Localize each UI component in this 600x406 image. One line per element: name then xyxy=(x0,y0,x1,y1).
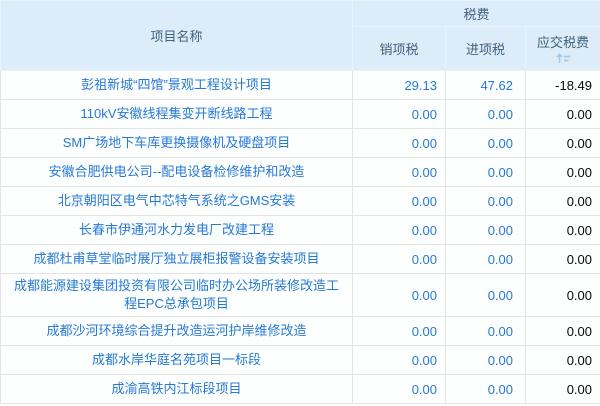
tax-payable-header-stack: 应交税费 xyxy=(526,35,600,63)
table-row: 成都杜甫草堂临时展厅独立展柜报警设备安装项目 0.00 0.00 0.00 xyxy=(0,244,600,274)
tax-table-panel: 项目名称 税费 销项税 进项税 应交税费 彭祖新城“四馆”景观工程设计项目 29… xyxy=(0,0,600,404)
tax-payable-value: 0.00 xyxy=(524,157,600,187)
input-tax-value[interactable]: 0.00 xyxy=(445,374,526,404)
project-name-link[interactable]: 长春市伊通河水力发电厂改建工程 xyxy=(0,215,353,245)
input-tax-value[interactable]: 47.62 xyxy=(445,70,526,100)
output-tax-value[interactable]: 0.00 xyxy=(352,244,446,274)
tax-payable-value: -18.49 xyxy=(524,70,600,100)
column-header-tax-payable[interactable]: 应交税费 xyxy=(524,26,600,71)
table-row: 彭祖新城“四馆”景观工程设计项目 29.13 47.62 -18.49 xyxy=(0,70,600,100)
table-row: SM广场地下车库更换摄像机及硬盘项目 0.00 0.00 0.00 xyxy=(0,128,600,158)
tax-payable-value: 0.00 xyxy=(524,128,600,158)
input-tax-value[interactable]: 0.00 xyxy=(445,186,526,216)
input-tax-value[interactable]: 0.00 xyxy=(445,273,526,317)
output-tax-value[interactable]: 0.00 xyxy=(352,316,446,346)
column-header-input-tax: 进项税 xyxy=(445,26,526,71)
table-row: 成都能源建设集团投资有限公司临时办公场所装修改造工程EPC总承包项目 0.00 0.… xyxy=(0,273,600,317)
output-tax-value[interactable]: 0.00 xyxy=(352,345,446,375)
output-tax-value[interactable]: 0.00 xyxy=(352,186,446,216)
project-name-link[interactable]: 成都杜甫草堂临时展厅独立展柜报警设备安装项目 xyxy=(0,244,353,274)
output-tax-value[interactable]: 29.13 xyxy=(352,70,446,100)
table-row: 成都沙河环境综合提升改造运河护岸维修改造 0.00 0.00 0.00 xyxy=(0,316,600,346)
project-name-link[interactable]: 成都沙河环境综合提升改造运河护岸维修改造 xyxy=(0,316,353,346)
tax-payable-value: 0.00 xyxy=(524,345,600,375)
table-header: 项目名称 税费 销项税 进项税 应交税费 xyxy=(0,0,600,71)
output-tax-value[interactable]: 0.00 xyxy=(352,215,446,245)
project-tax-table: 项目名称 税费 销项税 进项税 应交税费 彭祖新城“四馆”景观工程设计项目 29… xyxy=(0,0,600,404)
output-tax-value[interactable]: 0.00 xyxy=(352,374,446,404)
input-tax-value[interactable]: 0.00 xyxy=(445,345,526,375)
output-tax-value[interactable]: 0.00 xyxy=(352,99,446,129)
input-tax-value[interactable]: 0.00 xyxy=(445,244,526,274)
column-header-output-tax: 销项税 xyxy=(352,26,446,71)
table-body: 彭祖新城“四馆”景观工程设计项目 29.13 47.62 -18.49 110kV安徽线… xyxy=(0,70,600,404)
input-tax-value[interactable]: 0.00 xyxy=(445,215,526,245)
table-row: 成渝高铁内江标段项目 0.00 0.00 0.00 xyxy=(0,374,600,404)
input-tax-value[interactable]: 0.00 xyxy=(445,99,526,129)
project-name-link[interactable]: 成都能源建设集团投资有限公司临时办公场所装修改造工程EPC总承包项目 xyxy=(0,273,353,317)
input-tax-value[interactable]: 0.00 xyxy=(445,157,526,187)
project-name-link[interactable]: 成渝高铁内江标段项目 xyxy=(0,374,353,404)
tax-payable-value: 0.00 xyxy=(524,215,600,245)
project-name-link[interactable]: SM广场地下车库更换摄像机及硬盘项目 xyxy=(0,128,353,158)
project-name-link[interactable]: 110kV安徽线程集变开断线路工程 xyxy=(0,99,353,129)
output-tax-value[interactable]: 0.00 xyxy=(352,157,446,187)
tax-payable-value: 0.00 xyxy=(524,186,600,216)
tax-payable-value: 0.00 xyxy=(524,316,600,346)
input-tax-value[interactable]: 0.00 xyxy=(445,128,526,158)
sort-ascending-icon[interactable] xyxy=(555,52,571,63)
table-row: 北京朝阳区电气中芯特气系统之GMS安装 0.00 0.00 0.00 xyxy=(0,186,600,216)
output-tax-value[interactable]: 0.00 xyxy=(352,128,446,158)
table-row: 110kV安徽线程集变开断线路工程 0.00 0.00 0.00 xyxy=(0,99,600,129)
column-header-tax-payable-label: 应交税费 xyxy=(537,34,590,50)
tax-payable-value: 0.00 xyxy=(524,374,600,404)
tax-payable-value: 0.00 xyxy=(524,273,600,317)
project-name-link[interactable]: 成都水岸华庭名苑项目一标段 xyxy=(0,345,353,375)
output-tax-value[interactable]: 0.00 xyxy=(352,273,446,317)
tax-payable-value: 0.00 xyxy=(524,244,600,274)
input-tax-value[interactable]: 0.00 xyxy=(445,316,526,346)
column-header-project-name: 项目名称 xyxy=(0,0,353,71)
project-name-link[interactable]: 北京朝阳区电气中芯特气系统之GMS安装 xyxy=(0,186,353,216)
project-name-link[interactable]: 彭祖新城“四馆”景观工程设计项目 xyxy=(0,70,353,100)
table-row: 成都水岸华庭名苑项目一标段 0.00 0.00 0.00 xyxy=(0,345,600,375)
table-row: 长春市伊通河水力发电厂改建工程 0.00 0.00 0.00 xyxy=(0,215,600,245)
table-row: 安徽合肥供电公司--配电设备检修维护和改造 0.00 0.00 0.00 xyxy=(0,157,600,187)
column-header-tax-group: 税费 xyxy=(351,0,600,27)
tax-payable-value: 0.00 xyxy=(524,99,600,129)
project-name-link[interactable]: 安徽合肥供电公司--配电设备检修维护和改造 xyxy=(0,157,353,187)
